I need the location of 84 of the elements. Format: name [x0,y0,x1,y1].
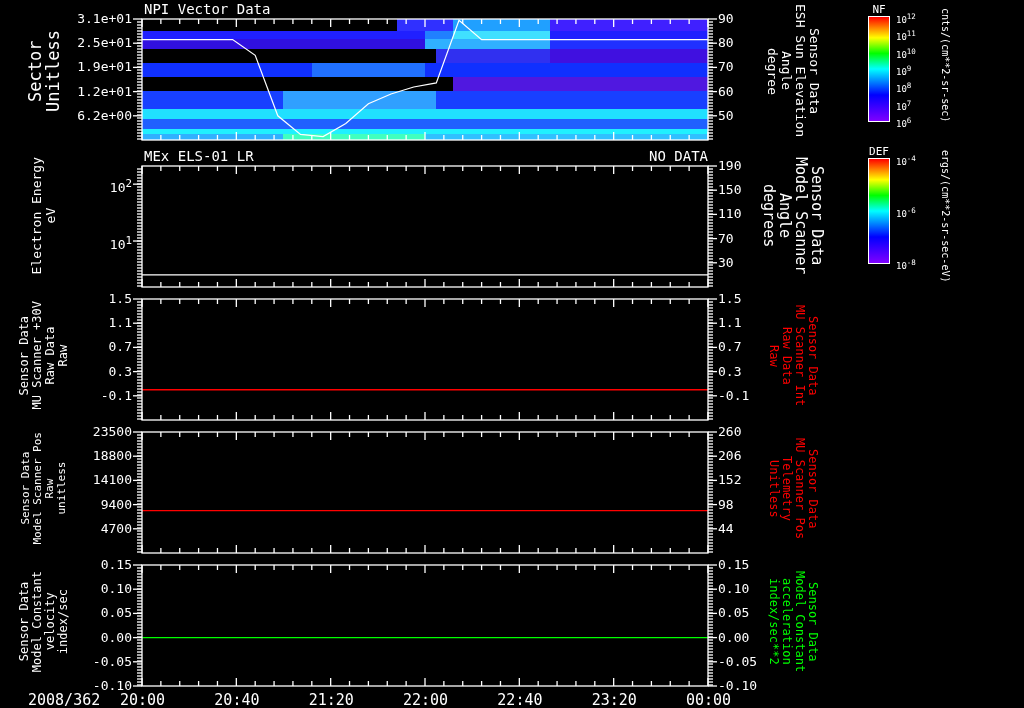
axis-label: Sensor Data MU Scanner Int Raw Data Raw [767,304,819,407]
time-tick-label: 00:00 [686,691,732,708]
tick-label: 1.1 [108,315,132,332]
time-tick-label: 20:40 [214,691,260,708]
tick-label: 98 [718,496,734,513]
units-label: cnts/(cm**2-sr-sec) [940,8,951,123]
tick-label: -0.1 [100,387,132,404]
colorbar-tick-label: 10$^{-6}$ [896,206,916,219]
tick-label: 70 [718,230,734,247]
tick-label: 0.15 [718,557,750,573]
colorbar-tick-label: 10$^{10}$ [896,46,916,60]
tick-label: 206 [718,448,742,465]
time-tick-label: 23:20 [591,691,637,708]
colorbar-tick-label: 10$^{8}$ [896,81,912,95]
tick-label: -0.1 [718,387,750,404]
tick-label: 0.7 [718,339,742,356]
time-tick-label: 22:00 [403,691,449,708]
tick-label: 6.2e+00 [77,107,132,124]
tick-label: 0.3 [718,363,742,380]
tick-label: 150 [718,182,742,199]
tick-label: 90 [718,11,734,27]
tick-label: 23500 [92,424,132,440]
status-label: NO DATA [649,148,708,164]
tick-label: 30 [718,254,734,271]
tick-label: 190 [718,158,742,174]
tick-label: 1.5 [108,291,132,307]
axis-label: Sensor Data MU Scanner Pos Telemetry Unitless [767,437,819,540]
tick-label: -0.10 [92,678,132,693]
tick-label: 1.2e+01 [77,83,132,100]
date-label: 2008/362 [28,691,101,708]
colorbar-tick-label: 10$^{-4}$ [896,154,916,167]
colorbar-tick-label: 10$^{7}$ [896,98,912,112]
tick-label: 9400 [100,496,132,513]
axis-label: Sensor Data Model Constant velocity index/sec [18,570,70,673]
tick-label: 4700 [100,520,132,537]
time-tick-label: 21:20 [308,691,354,708]
colorbar-title: NF [872,4,886,16]
tick-label: 0.05 [718,605,750,622]
panel-title: NPI Vector Data [144,1,271,17]
colorbar-title: DEF [869,146,889,158]
tick-label: -0.05 [92,653,132,670]
tick-label: -0.10 [718,678,758,693]
colorbar-tick-label: 10$^{-8}$ [896,258,916,271]
tick-label: 2.5e+01 [77,35,132,52]
tick-label: 1.5 [718,291,742,307]
tick-label: 0.00 [100,629,132,646]
tick-label: 0.10 [100,581,132,598]
tick-label: 0.15 [100,557,132,573]
tick-label: 1.1 [718,315,742,332]
tick-label: 80 [718,35,734,52]
tick-label: 18800 [92,448,132,465]
axis-label: Sensor Data MU Scanner +30V Raw Data Raw [18,301,70,410]
colorbar-tick-label: 10$^{11}$ [896,29,916,43]
tick-label: 44 [718,520,734,537]
panel-title: MEx ELS-01 LR [144,148,254,164]
tick-label: 0.05 [100,605,132,622]
axis-label: Sensor Data ESH Sun Elevation Angle degree [765,4,821,138]
tick-label: 152 [718,472,742,489]
tick-label: 10$^{1}$ [109,233,132,254]
colorbar-tick-label: 10$^{6}$ [896,116,912,129]
axis-label: Electron Energy eV [30,156,58,275]
axis-label: Sensor Data Model Constant acceleration index/sec**2 [767,570,819,673]
tick-label: 1.9e+01 [77,59,132,76]
time-tick-label: 22:40 [497,691,543,708]
tick-label: 0.3 [108,363,132,380]
axis-label: Sensor Data Model Scanner Pos Raw unitless [20,432,68,545]
time-tick-label: 20:00 [120,691,166,708]
tick-label: 0.00 [718,629,750,646]
tick-label: 50 [718,107,734,124]
colorbar-tick-label: 10$^{9}$ [896,64,912,77]
axis-label: Sensor Data Model Scanner Angle degrees [761,156,825,275]
tick-label: 3.1e+01 [77,11,132,27]
tick-label: 70 [718,59,734,76]
tick-label: 260 [718,424,742,440]
tick-label: 0.7 [108,339,132,356]
tick-label: -0.05 [718,653,758,670]
tick-label: 0.10 [718,581,750,598]
colorbar-tick-label: 10$^{12}$ [896,12,916,25]
tick-label: 14100 [92,472,132,489]
tick-label: 110 [718,206,742,223]
tick-label: 10$^{2}$ [109,176,132,197]
axis-label: Sector Unitless [26,30,62,112]
tick-label: 60 [718,83,734,100]
units-label: ergs/(cm**2-sr-sec-eV) [940,150,951,283]
